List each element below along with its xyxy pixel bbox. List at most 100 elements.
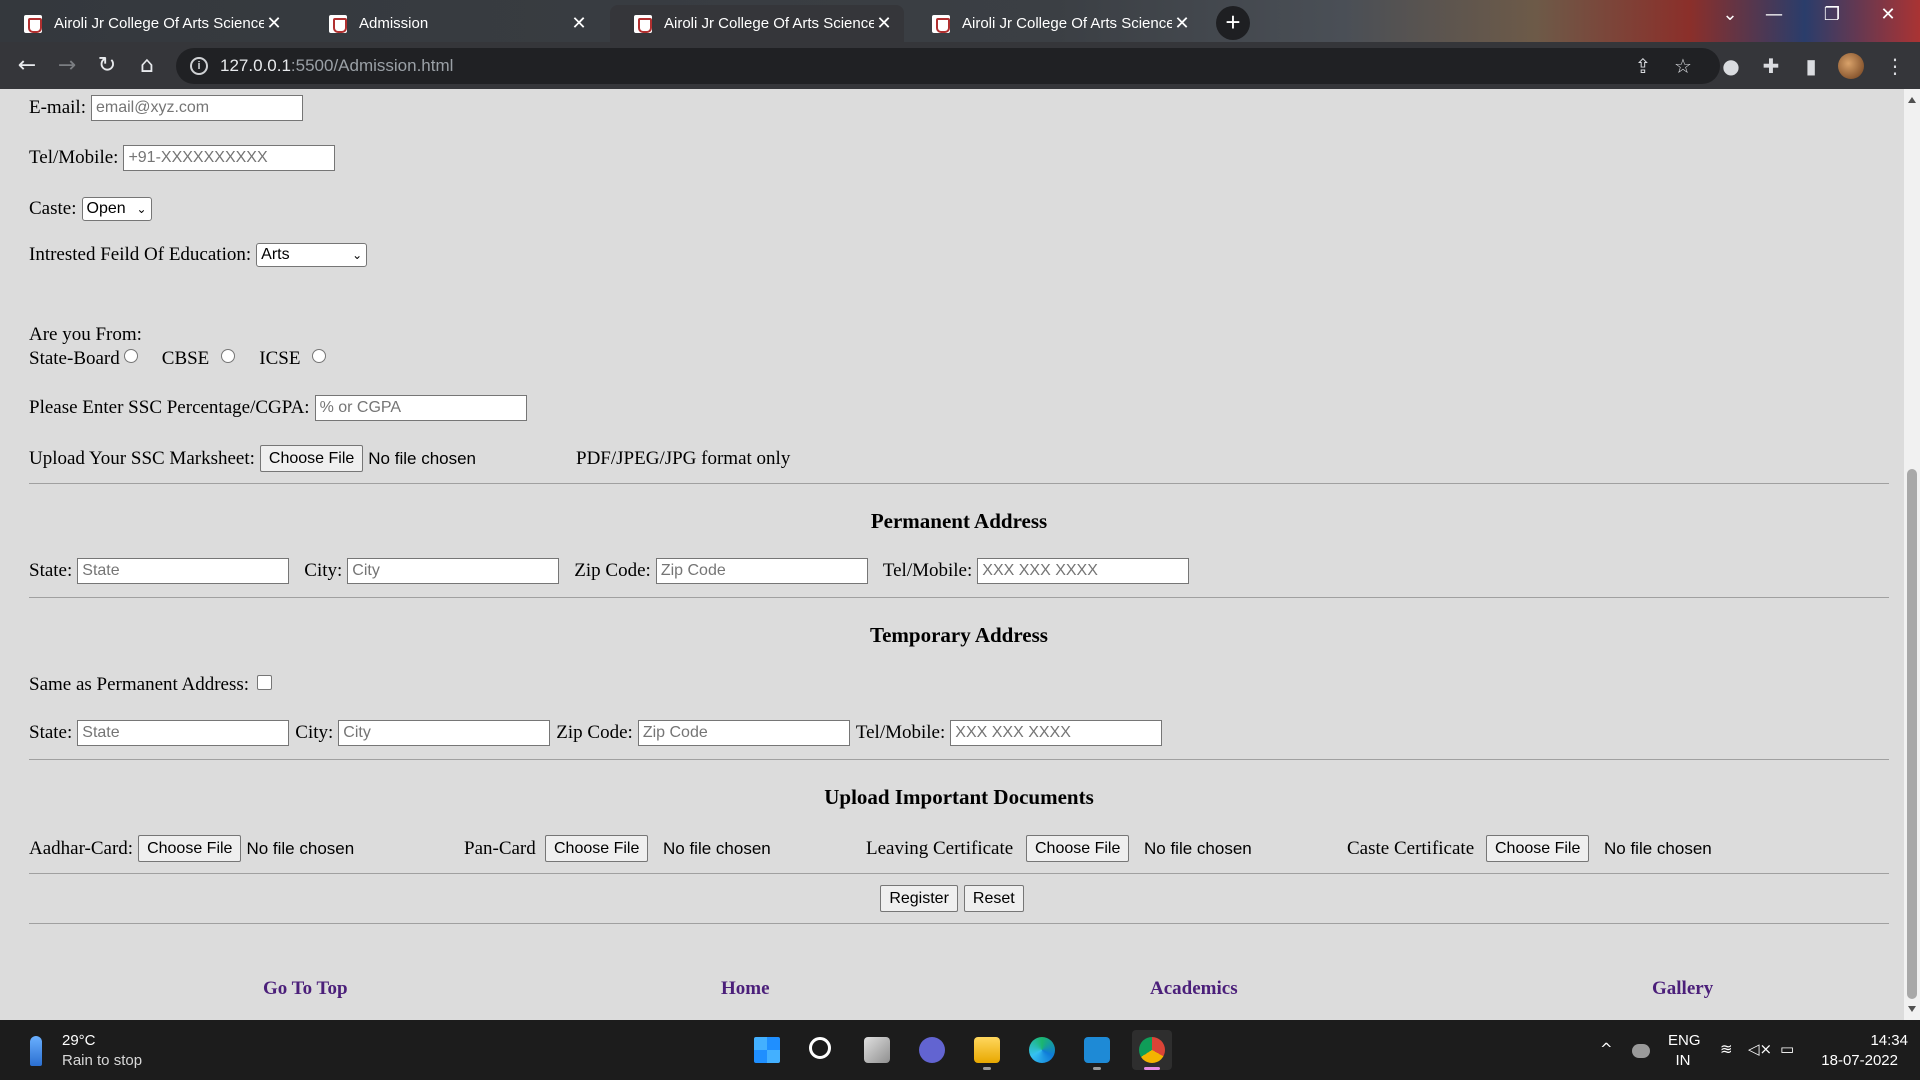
form-actions: Register Reset <box>0 885 1904 912</box>
profile-avatar[interactable] <box>1838 53 1864 79</box>
divider <box>29 483 1889 484</box>
footer-link-home[interactable]: Home <box>721 978 770 1000</box>
vscode-icon <box>1084 1037 1110 1063</box>
caste-label: Caste: <box>29 198 77 219</box>
same-address-checkbox[interactable] <box>257 674 273 690</box>
radio-state-board[interactable] <box>123 349 138 363</box>
side-panel-icon[interactable]: ▮ <box>1796 51 1826 81</box>
footer-link-go-to-top[interactable]: Go To Top <box>263 978 348 1000</box>
wifi-icon[interactable]: ≋ <box>1720 1040 1733 1058</box>
browser-tab-1[interactable]: Airoli Jr College Of Arts Science / ✕ <box>0 5 294 42</box>
footer-link-gallery[interactable]: Gallery <box>1652 978 1713 1000</box>
college-favicon-icon <box>634 14 652 33</box>
radio-label-cbse: CBSE <box>161 348 210 369</box>
close-icon[interactable]: ✕ <box>1172 13 1192 34</box>
file-explorer-button[interactable] <box>967 1030 1007 1070</box>
home-icon[interactable]: ⌂ <box>132 51 162 81</box>
start-button[interactable] <box>747 1030 787 1070</box>
reload-icon[interactable]: ↻ <box>92 51 122 81</box>
menu-kebab-icon[interactable]: ⋮ <box>1880 51 1910 81</box>
extensions-puzzle-icon[interactable]: ✚ <box>1756 51 1786 81</box>
aadhar-choose-file-button[interactable]: Choose File <box>138 835 242 862</box>
new-tab-button[interactable]: + <box>1216 6 1250 40</box>
ssc-row: Please Enter SSC Percentage/CGPA: % or C… <box>29 395 527 421</box>
ssc-choose-file-button[interactable]: Choose File <box>259 445 364 472</box>
search-button[interactable] <box>802 1030 842 1070</box>
clock-time[interactable]: 14:34 <box>1818 1032 1908 1049</box>
tab-label: Admission <box>359 15 429 32</box>
scrollbar-thumb[interactable] <box>1907 469 1917 999</box>
temporary-address-row: State: State City: City Zip Code: Zip Co… <box>29 720 1163 746</box>
perm-zip-input[interactable]: Zip Code <box>655 558 868 584</box>
weather-desc[interactable]: Rain to stop <box>62 1052 142 1069</box>
running-indicator <box>1093 1067 1101 1070</box>
tab-label: Airoli Jr College Of Arts Science / <box>962 15 1172 32</box>
teams-chat-button[interactable] <box>912 1030 952 1070</box>
temp-zip-input[interactable]: Zip Code <box>637 720 850 746</box>
temp-city-input[interactable]: City <box>338 720 551 746</box>
language-code[interactable]: ENG <box>1668 1032 1701 1049</box>
browser-tab-3[interactable]: Airoli Jr College Of Arts Science / ✕ <box>610 5 904 42</box>
close-icon[interactable]: ✕ <box>874 13 894 34</box>
close-icon[interactable]: ✕ <box>264 13 284 34</box>
temp-state-label: State: <box>29 722 73 743</box>
field-row: Intrested Feild Of Education: Arts ⌄ <box>29 243 368 267</box>
task-view-button[interactable] <box>857 1030 897 1070</box>
running-indicator <box>983 1067 991 1070</box>
address-bar[interactable]: i 127.0.0.1:5500/Admission.html ⇪ ☆ <box>176 48 1720 84</box>
caste-select[interactable]: Open ⌄ <box>81 197 152 221</box>
minimize-icon[interactable]: — <box>1746 4 1802 25</box>
perm-city-input[interactable]: City <box>347 558 560 584</box>
footer-link-academics[interactable]: Academics <box>1150 978 1238 1000</box>
vscode-button[interactable] <box>1077 1030 1117 1070</box>
browser-tab-4[interactable]: Airoli Jr College Of Arts Science / ✕ <box>908 5 1202 42</box>
temp-tel-label: Tel/Mobile: <box>855 722 946 743</box>
battery-icon[interactable]: ▭ <box>1780 1040 1794 1058</box>
bookmark-star-icon[interactable]: ☆ <box>1668 51 1698 81</box>
mobile-field[interactable]: +91-XXXXXXXXXX <box>123 145 336 171</box>
field-select[interactable]: Arts ⌄ <box>256 243 368 267</box>
restore-icon[interactable]: ❐ <box>1804 4 1860 25</box>
search-icon <box>809 1037 831 1059</box>
temp-state-input[interactable]: State <box>77 720 290 746</box>
ssc-percentage-field[interactable]: % or CGPA <box>314 395 527 421</box>
perm-tel-input[interactable]: XXX XXX XXXX <box>977 558 1190 584</box>
speaker-muted-icon[interactable]: ◁× <box>1748 1040 1772 1058</box>
clock-date[interactable]: 18-07-2022 <box>1808 1052 1898 1069</box>
page-scrollbar[interactable] <box>1904 89 1920 1020</box>
reset-button[interactable]: Reset <box>963 885 1024 912</box>
share-icon[interactable]: ⇪ <box>1628 51 1658 81</box>
register-button[interactable]: Register <box>880 885 958 912</box>
same-address-row: Same as Permanent Address: <box>29 674 273 696</box>
weather-rain-icon <box>30 1036 42 1066</box>
extension-shield-icon[interactable]: ● <box>1716 51 1746 81</box>
forward-icon[interactable]: → <box>52 51 82 81</box>
site-info-icon[interactable]: i <box>190 57 208 75</box>
radio-icse[interactable] <box>312 349 327 363</box>
college-favicon-icon <box>24 14 42 33</box>
pan-choose-file-button[interactable]: Choose File <box>545 835 649 862</box>
close-icon[interactable]: ✕ <box>569 13 589 34</box>
browser-tab-2[interactable]: Admission ✕ <box>305 5 599 42</box>
region-code[interactable]: IN <box>1668 1052 1698 1069</box>
chevron-up-icon[interactable]: ^ <box>1600 1040 1613 1058</box>
scroll-up-icon[interactable] <box>1908 97 1916 103</box>
edge-button[interactable] <box>1022 1030 1062 1070</box>
edge-icon <box>1029 1037 1055 1063</box>
radio-cbse[interactable] <box>221 349 236 363</box>
leaving-no-file-text: No file chosen <box>1144 838 1252 858</box>
back-icon[interactable]: ← <box>12 51 42 81</box>
email-field[interactable]: email@xyz.com <box>90 95 303 121</box>
temp-tel-input[interactable]: XXX XXX XXXX <box>950 720 1163 746</box>
divider <box>29 873 1889 874</box>
perm-state-input[interactable]: State <box>77 558 290 584</box>
caste-choose-file-button[interactable]: Choose File <box>1486 835 1590 862</box>
chrome-button[interactable] <box>1132 1030 1172 1070</box>
weather-temp[interactable]: 29°C <box>62 1032 96 1049</box>
window-close-icon[interactable]: ✕ <box>1860 4 1916 25</box>
onedrive-icon[interactable] <box>1632 1044 1650 1058</box>
scroll-down-icon[interactable] <box>1908 1006 1916 1012</box>
task-view-icon <box>864 1037 890 1063</box>
leaving-choose-file-button[interactable]: Choose File <box>1026 835 1130 862</box>
ssc-upload-label: Upload Your SSC Marksheet: <box>29 447 255 469</box>
